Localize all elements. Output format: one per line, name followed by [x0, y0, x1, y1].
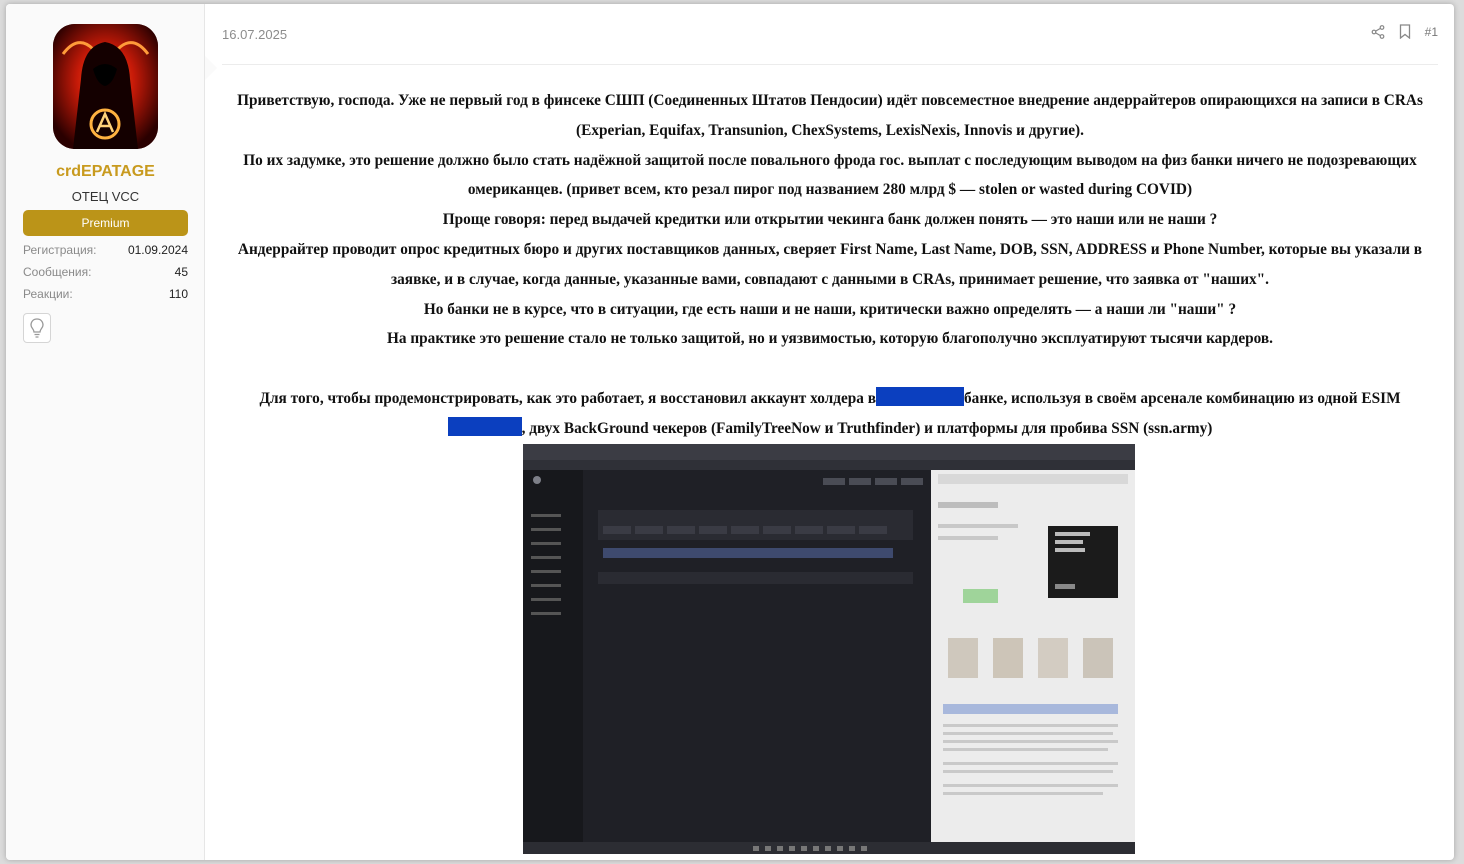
stat-value: 45 [174, 265, 188, 279]
post-paragraph: На практике это решение стало не только … [386, 330, 1273, 348]
user-title: ОТЕЦ VCC [71, 189, 140, 204]
header-divider [222, 64, 1438, 65]
text-fragment: Для того, чтобы продемонстрировать, как … [259, 390, 877, 408]
stat-label: Реакции: [23, 287, 73, 301]
stat-value: 01.09.2024 [127, 243, 188, 257]
stat-registration: Регистрация: 01.09.2024 [23, 243, 188, 261]
post-paragraph: Но банки не в курсе, что в ситуации, где… [423, 300, 1237, 318]
text-fragment: , двух BackGround чекеров (FamilyTreeNow… [521, 419, 1213, 437]
post-card: crdEPATAGE ОТЕЦ VCC Premium Регистрация:… [6, 4, 1454, 860]
redaction-bank [876, 387, 965, 407]
share-icon[interactable] [1371, 24, 1385, 39]
stat-reactions: Реакции: 110 [23, 287, 188, 305]
sidebar-arrow [205, 56, 217, 80]
post-actions: #1 [1371, 24, 1438, 39]
post-paragraph-last: Для того, чтобы продемонстрировать, как … [222, 384, 1438, 444]
post-body: Приветствую, господа. Уже не первый год … [222, 86, 1438, 444]
avatar[interactable] [53, 24, 158, 149]
post-paragraph: Приветствую, господа. Уже не первый год … [237, 92, 1423, 139]
post-paragraph: Андеррайтер проводит опрос кредитных бюр… [237, 240, 1423, 288]
stat-messages: Сообщения: 45 [23, 265, 188, 283]
stat-label: Сообщения: [23, 265, 92, 279]
post-paragraph: Проще говоря: перед выдачей кредитки или… [442, 211, 1218, 229]
stat-value: 110 [168, 287, 188, 301]
stat-label: Регистрация: [23, 243, 97, 257]
post-date[interactable]: 16.07.2025 [222, 27, 287, 42]
text-fragment: банке, используя в своём арсенале комбин… [964, 390, 1401, 408]
user-sidebar: crdEPATAGE ОТЕЦ VCC Premium Регистрация:… [6, 4, 205, 860]
bookmark-icon[interactable] [1399, 24, 1411, 39]
premium-badge: Premium [23, 210, 188, 236]
lightbulb-icon[interactable] [23, 313, 51, 343]
attached-screenshot[interactable] [523, 444, 1135, 854]
redaction-esim [447, 416, 522, 436]
post-paragraph: По их задумке, это решение должно было с… [243, 151, 1417, 199]
post-number[interactable]: #1 [1425, 25, 1438, 39]
username[interactable]: crdEPATAGE [6, 163, 205, 181]
